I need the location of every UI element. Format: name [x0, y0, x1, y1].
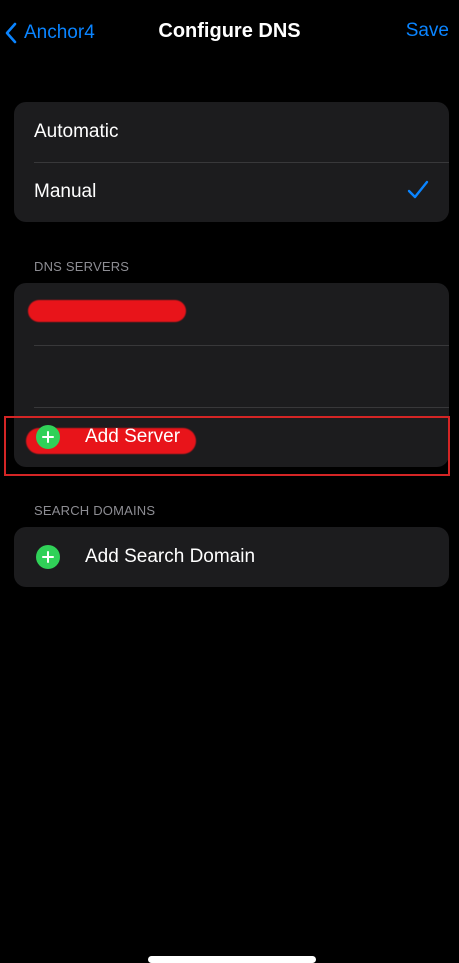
home-indicator[interactable] — [148, 956, 316, 963]
add-search-domain-label: Add Search Domain — [85, 546, 256, 567]
dns-server-row[interactable] — [14, 283, 449, 345]
option-manual-label: Manual — [34, 181, 97, 202]
option-automatic-label: Automatic — [34, 121, 119, 142]
checkmark-icon — [407, 180, 429, 199]
add-search-domain-button[interactable]: Add Search Domain — [14, 527, 449, 587]
dns-server-row[interactable] — [14, 345, 449, 454]
search-domains-group: Add Search Domain — [14, 527, 449, 587]
option-automatic[interactable]: Automatic — [14, 102, 449, 162]
dns-servers-header: DNS SERVERS — [34, 259, 130, 274]
highlight-annotation — [4, 416, 450, 476]
dns-mode-group: Automatic Manual — [14, 102, 449, 222]
navigation-bar: Anchor4 Configure DNS Save — [0, 0, 459, 66]
option-manual[interactable]: Manual — [14, 162, 449, 222]
save-button[interactable]: Save — [406, 20, 449, 42]
page-title: Configure DNS — [158, 20, 301, 42]
plus-circle-icon — [36, 545, 60, 569]
redacted-server-address — [28, 300, 186, 322]
search-domains-header: SEARCH DOMAINS — [34, 503, 156, 518]
